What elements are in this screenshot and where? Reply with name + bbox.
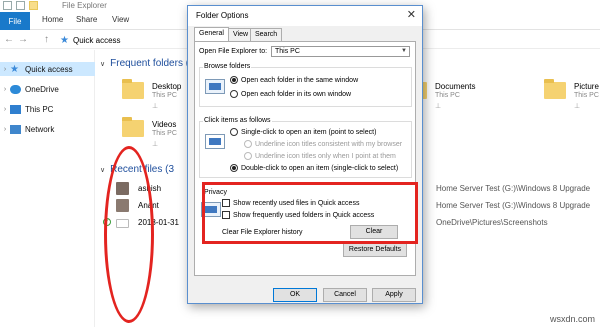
sidebar-item-quick-access[interactable]: › ★ Quick access <box>0 62 95 76</box>
sidebar-item-this-pc[interactable]: › This PC <box>0 102 95 116</box>
underline-point-radio[interactable]: Underline icon titles only when I point … <box>244 152 396 160</box>
pin-icon: ⊥ <box>152 103 159 110</box>
folder-icon <box>122 117 144 137</box>
sidebar-item-network[interactable]: › Network <box>0 122 95 136</box>
sidebar-item-onedrive[interactable]: › OneDrive <box>0 82 95 96</box>
browse-own-window-radio[interactable]: Open each folder in its own window <box>230 90 351 98</box>
radio-icon <box>230 128 238 136</box>
chevron-right-icon[interactable]: › <box>0 106 10 113</box>
dialog-titlebar: Folder Options ✕ <box>188 6 422 26</box>
network-icon <box>10 124 21 134</box>
highlight-rectangle <box>202 182 418 244</box>
cancel-button[interactable]: Cancel <box>323 288 367 302</box>
pin-icon: ⊥ <box>152 141 159 148</box>
navigation-pane: › ★ Quick access › OneDrive › This PC › … <box>0 50 95 327</box>
sidebar-item-label: This PC <box>25 104 54 114</box>
computer-icon <box>10 104 21 114</box>
properties-icon[interactable] <box>16 1 25 10</box>
sidebar-item-label: Quick access <box>25 64 73 74</box>
tab-share[interactable]: Share <box>76 15 97 24</box>
radio-icon <box>230 90 238 98</box>
tab-view[interactable]: View <box>112 15 129 24</box>
click-items-icon <box>205 134 225 149</box>
window-title: File Explorer <box>62 1 107 10</box>
radio-icon <box>244 152 252 160</box>
forward-arrow-icon[interactable]: → <box>18 34 28 45</box>
apply-button[interactable]: Apply <box>372 288 416 302</box>
radio-icon <box>244 140 252 148</box>
pin-icon: ⊥ <box>574 103 581 110</box>
cloud-icon <box>10 84 21 94</box>
chevron-down-icon: ▼ <box>401 48 407 54</box>
open-to-label: Open File Explorer to: <box>199 48 268 55</box>
folder-icon <box>122 79 144 99</box>
back-arrow-icon[interactable]: ← <box>4 34 14 45</box>
underline-browser-radio[interactable]: Underline icon titles consistent with my… <box>244 140 402 148</box>
file-tab[interactable]: File <box>0 12 30 30</box>
dialog-title: Folder Options <box>196 11 249 20</box>
open-to-select[interactable]: This PC ▼ <box>271 46 410 57</box>
sidebar-item-label: OneDrive <box>25 84 59 94</box>
up-arrow-icon[interactable]: ↑ <box>44 34 49 45</box>
close-icon[interactable]: ✕ <box>407 8 416 21</box>
chevron-right-icon[interactable]: › <box>0 126 10 133</box>
new-folder-icon[interactable] <box>29 1 38 10</box>
chevron-down-icon: ∨ <box>100 166 106 174</box>
tab-search[interactable]: Search <box>250 28 283 41</box>
restore-defaults-button[interactable]: Restore Defaults <box>343 243 407 257</box>
sidebar-item-label: Network <box>25 124 55 134</box>
pin-icon: ⊥ <box>435 103 442 110</box>
single-click-radio[interactable]: Single-click to open an item (point to s… <box>230 128 376 136</box>
radio-selected-icon <box>230 164 238 172</box>
chevron-down-icon: ∨ <box>100 60 106 68</box>
chevron-right-icon[interactable]: › <box>0 86 10 93</box>
address-path: Quick access <box>72 35 121 45</box>
tab-general[interactable]: General <box>194 27 229 41</box>
browse-same-window-radio[interactable]: Open each folder in the same window <box>230 76 358 84</box>
highlight-oval <box>104 146 154 323</box>
folder-icon <box>544 79 566 99</box>
star-icon: ★ <box>10 63 19 75</box>
watermark: wsxdn.com <box>549 314 595 324</box>
folder-options-dialog: Folder Options ✕ General View Search Ope… <box>187 5 423 304</box>
click-items-group: Click items as follows Single-click to o… <box>199 117 412 178</box>
radio-selected-icon <box>230 76 238 84</box>
tab-home[interactable]: Home <box>42 15 63 24</box>
star-icon: ★ <box>60 34 69 46</box>
double-click-radio[interactable]: Double-click to open an item (single-cli… <box>230 164 398 172</box>
quick-access-toolbar-icon[interactable] <box>3 1 12 10</box>
browse-folders-group: Browse folders Open each folder in the s… <box>199 63 412 107</box>
browse-folders-icon <box>205 79 225 94</box>
chevron-right-icon[interactable]: › <box>0 66 10 73</box>
frequent-folders-header[interactable]: ∨ Frequent folders (6 <box>100 58 195 69</box>
ok-button[interactable]: OK <box>273 288 317 302</box>
